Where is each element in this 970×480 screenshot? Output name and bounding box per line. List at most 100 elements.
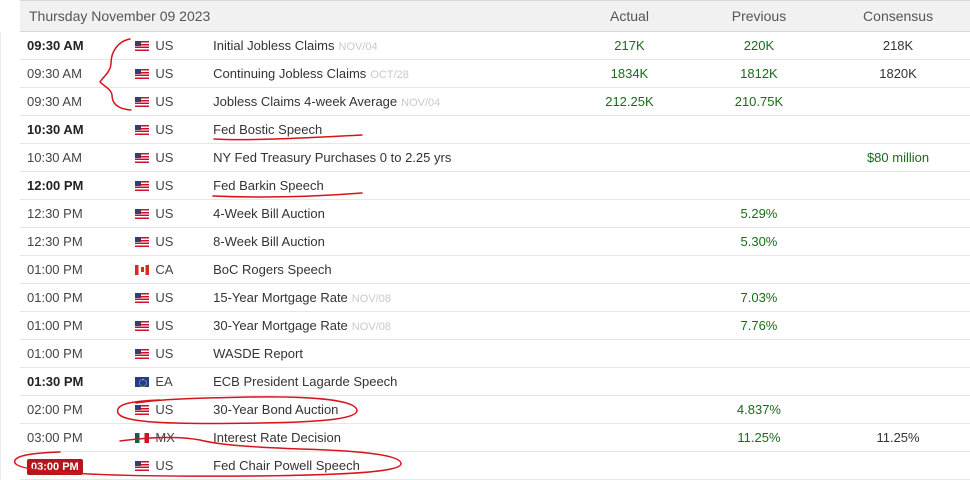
table-row[interactable]: 09:30 AM US Jobless Claims 4-week Average N… [20, 88, 970, 116]
event-time: 01:00 PM [20, 262, 135, 277]
event-time: 09:30 AM [20, 66, 135, 81]
event-time-text: 10:30 AM [27, 122, 84, 137]
table-left-border [0, 32, 1, 480]
table-row[interactable]: 03:00 PM MX Interest Rate Decision 11.25% 11… [20, 424, 970, 452]
country-cell: US [135, 234, 212, 249]
country-cell: US [135, 458, 212, 473]
consensus-value: 11.25% [876, 430, 920, 445]
event-name-link[interactable]: 8-Week Bill Auction [213, 234, 325, 249]
reference-period: NOV/04 [401, 97, 441, 109]
event-name-link[interactable]: Initial Jobless Claims [213, 38, 334, 53]
country-cell: US [135, 38, 212, 53]
country-cell: MX [135, 430, 212, 445]
previous-value: 4.837% [736, 402, 781, 417]
event-name-link[interactable]: Continuing Jobless Claims [213, 66, 366, 81]
country-cell: US [135, 122, 212, 137]
event-name-link[interactable]: Interest Rate Decision [213, 430, 341, 445]
event-time: 12:30 PM [20, 206, 135, 221]
calendar-date-heading: Thursday November 09 2023 [29, 8, 211, 24]
event-time: 12:00 PM [20, 178, 135, 193]
table-row[interactable]: 12:30 PM US 4-Week Bill Auction 5.29% [20, 200, 970, 228]
event-time-text: 01:30 PM [27, 374, 84, 389]
event-name-link[interactable]: BoC Rogers Speech [213, 262, 332, 277]
previous-value: 7.76% [740, 318, 778, 333]
reference-period: OCT/28 [370, 69, 409, 81]
actual-value: 1834K [610, 66, 649, 81]
event-time-text: 09:30 AM [27, 38, 84, 53]
us-flag-icon [135, 180, 150, 191]
consensus-value: 1820K [879, 66, 917, 81]
us-flag-icon [135, 152, 150, 163]
event-time: 09:30 AM [20, 38, 135, 53]
event-time-text: 09:30 AM [27, 66, 82, 81]
table-row[interactable]: 01:00 PM US WASDE Report [20, 340, 970, 368]
country-code: EA [155, 374, 173, 389]
us-flag-icon [135, 460, 150, 471]
consensus-column-header[interactable]: Consensus [826, 8, 970, 24]
event-cell: 4-Week Bill Auction [212, 206, 567, 221]
event-time: 01:00 PM [20, 290, 135, 305]
table-row[interactable]: 03:00 PM US Fed Chair Powell Speech [20, 452, 970, 480]
country-cell: US [135, 346, 212, 361]
event-name-link[interactable]: Fed Barkin Speech [213, 178, 324, 193]
calendar-header-row: Thursday November 09 2023 Actual Previou… [20, 0, 970, 32]
event-name-link[interactable]: Fed Bostic Speech [213, 122, 322, 137]
country-code: US [155, 458, 174, 473]
event-time-text: 12:30 PM [27, 206, 83, 221]
event-cell: 30-Year Mortgage Rate NOV/08 [212, 318, 567, 333]
country-code: US [155, 122, 174, 137]
event-name-link[interactable]: 30-Year Bond Auction [213, 402, 338, 417]
event-cell: Continuing Jobless Claims OCT/28 [212, 66, 567, 81]
event-cell: 8-Week Bill Auction [212, 234, 567, 249]
country-cell: US [135, 66, 212, 81]
country-cell: US [135, 402, 212, 417]
previous-value: 7.03% [740, 290, 778, 305]
previous-value: 5.30% [740, 234, 778, 249]
reference-period: NOV/04 [338, 41, 378, 53]
table-row[interactable]: 01:00 PM CA BoC Rogers Speech [20, 256, 970, 284]
table-row[interactable]: 10:30 AM US Fed Bostic Speech [20, 116, 970, 144]
event-name-link[interactable]: ECB President Lagarde Speech [213, 374, 397, 389]
event-time-text: 01:00 PM [27, 318, 83, 333]
event-name-link[interactable]: Fed Chair Powell Speech [213, 458, 360, 473]
event-cell: Fed Barkin Speech [212, 178, 567, 193]
table-row[interactable]: 10:30 AM US NY Fed Treasury Purchases 0 to… [20, 144, 970, 172]
country-cell: US [135, 94, 212, 109]
event-name-link[interactable]: Jobless Claims 4-week Average [213, 94, 397, 109]
actual-column-header[interactable]: Actual [567, 8, 692, 24]
event-cell: 30-Year Bond Auction [212, 402, 567, 417]
mx-flag-icon [135, 432, 150, 443]
reference-period: NOV/08 [351, 321, 391, 333]
table-row[interactable]: 09:30 AM US Initial Jobless Claims NOV/04 21… [20, 32, 970, 60]
event-cell: ECB President Lagarde Speech [212, 374, 567, 389]
table-row[interactable]: 01:00 PM US 30-Year Mortgage Rate NOV/08 7.7… [20, 312, 970, 340]
event-time-text: 12:00 PM [27, 178, 84, 193]
event-name-link[interactable]: 15-Year Mortgage Rate [213, 290, 348, 305]
us-flag-icon [135, 40, 150, 51]
event-name-link[interactable]: WASDE Report [213, 346, 303, 361]
event-time: 01:30 PM [20, 374, 135, 389]
us-flag-icon [135, 236, 150, 247]
country-cell: CA [135, 262, 212, 277]
us-flag-icon [135, 124, 150, 135]
country-cell: US [135, 290, 212, 305]
table-row[interactable]: 01:00 PM US 15-Year Mortgage Rate NOV/08 7.0… [20, 284, 970, 312]
live-time-badge: 03:00 PM [27, 459, 83, 475]
table-row[interactable]: 12:00 PM US Fed Barkin Speech [20, 172, 970, 200]
table-row[interactable]: 02:00 PM US 30-Year Bond Auction 4.837% [20, 396, 970, 424]
us-flag-icon [135, 404, 150, 415]
event-cell: 15-Year Mortgage Rate NOV/08 [212, 290, 567, 305]
event-cell: NY Fed Treasury Purchases 0 to 2.25 yrs [212, 150, 567, 165]
us-flag-icon [135, 96, 150, 107]
table-row[interactable]: 01:30 PM EA ECB President Lagarde Speech [20, 368, 970, 396]
table-row[interactable]: 09:30 AM US Continuing Jobless Claims OCT/2… [20, 60, 970, 88]
event-name-link[interactable]: 30-Year Mortgage Rate [213, 318, 348, 333]
event-name-link[interactable]: NY Fed Treasury Purchases 0 to 2.25 yrs [213, 150, 451, 165]
event-name-link[interactable]: 4-Week Bill Auction [213, 206, 325, 221]
event-time-text: 03:00 PM [27, 430, 83, 445]
table-row[interactable]: 12:30 PM US 8-Week Bill Auction 5.30% [20, 228, 970, 256]
event-time: 03:00 PM [20, 430, 135, 445]
previous-column-header[interactable]: Previous [692, 8, 826, 24]
event-time-text: 09:30 AM [27, 94, 82, 109]
previous-value: 210.75K [734, 94, 784, 109]
